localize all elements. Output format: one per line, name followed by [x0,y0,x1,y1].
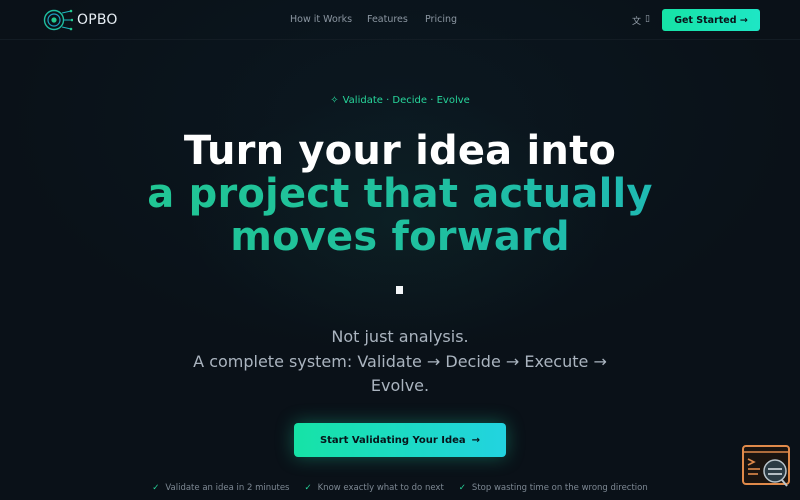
chat-widget-button[interactable] [742,445,792,489]
benefit-item: ✓ Validate an idea in 2 minutes [152,483,289,493]
headline-line-2: a project that actually [0,173,800,216]
hero-headline: Turn your idea into a project that actua… [0,130,800,259]
subtitle-line-1: Not just analysis. [331,327,469,346]
sparkle-icon: ✧ [330,95,339,106]
language-switcher[interactable]: 文 ▯ [632,14,650,27]
chevron-icon: ▯ [645,14,650,24]
subtitle-line-2: A complete system: Validate → Decide → E… [193,351,607,371]
benefit-item: ✓ Know exactly what to do next [304,483,443,493]
chat-support-icon [742,445,790,487]
benefit-text: Stop wasting time on the wrong direction [471,483,648,493]
typing-cursor [396,286,403,294]
benefit-item: ✓ Stop wasting time on the wrong directi… [459,483,648,493]
tagline-text: Validate · Decide · Evolve [342,95,470,106]
nav-link-how-it-works[interactable]: How it Works [290,14,352,25]
headline-line-1: Turn your idea into [183,128,617,174]
headline-line-3: moves forward [0,216,800,259]
check-icon: ✓ [458,483,466,493]
benefit-text: Validate an idea in 2 minutes [165,483,290,493]
nav-link-pricing[interactable]: Pricing [425,14,457,25]
benefit-text: Know exactly what to do next [317,483,444,493]
top-navbar: OPBO How it Works Features Pricing 文 ▯ G… [0,0,800,40]
cta-label: Start Validating Your Idea [319,434,466,446]
hero-tagline: ✧ Validate · Decide · Evolve [0,95,800,106]
benefits-list: ✓ Validate an idea in 2 minutes ✓ Know e… [0,483,800,493]
arrow-right-icon: → [471,434,481,446]
nav-link-features[interactable]: Features [367,14,408,25]
get-started-button[interactable]: Get Started → [662,9,760,31]
subtitle-line-3: Evolve. [370,376,430,395]
start-validating-button[interactable]: Start Validating Your Idea → [294,423,506,457]
check-icon: ✓ [304,483,312,493]
check-icon: ✓ [152,483,160,493]
translate-icon: 文 [632,17,642,27]
hero-subtitle: Not just analysis. A complete system: Va… [0,325,800,399]
